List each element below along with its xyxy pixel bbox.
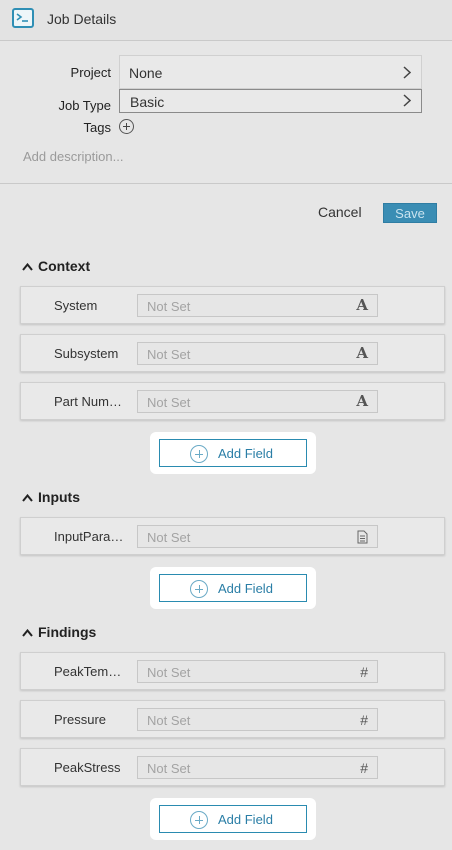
chevron-right-icon [403,94,411,107]
section-header-context[interactable]: Context [22,258,90,274]
section-header-inputs[interactable]: Inputs [22,489,80,505]
add-field-container: Add Field [150,432,316,474]
job-type-label: Job Type [58,98,111,113]
field-placeholder: Not Set [147,299,191,314]
field-value-input[interactable]: Not Set A [137,294,378,317]
plus-circle-icon [190,580,208,598]
add-field-label: Add Field [218,812,273,827]
field-label: InputParameters [54,529,126,544]
tags-label: Tags [83,120,111,135]
project-value: None [129,65,163,81]
field-row: System Not Set A [20,286,445,324]
text-type-icon: A [356,296,368,314]
chevron-up-icon [22,263,33,271]
document-type-icon [357,530,368,544]
field-row: PeakStress Not Set # [20,748,445,786]
field-label: Part Number [54,394,126,409]
add-field-button[interactable]: Add Field [159,574,307,602]
chevron-up-icon [22,629,33,637]
field-placeholder: Not Set [147,530,191,545]
section-title: Inputs [38,489,80,505]
field-row: PeakTemperature Not Set # [20,652,445,690]
field-value-input[interactable]: Not Set # [137,708,378,731]
page-title: Job Details [47,11,117,27]
field-placeholder: Not Set [147,761,191,776]
field-row: Pressure Not Set # [20,700,445,738]
text-type-icon: A [356,344,368,362]
job-type-value: Basic [130,94,165,110]
field-value-input[interactable]: Not Set A [137,342,378,365]
chevron-right-icon [403,66,411,79]
field-value-input[interactable]: Not Set [137,525,378,548]
plus-circle-icon [190,445,208,463]
add-field-label: Add Field [218,446,273,461]
plus-circle-icon [190,811,208,829]
description-input[interactable]: Add description... [23,149,123,164]
field-label: Pressure [54,712,107,727]
project-label: Project [70,65,111,80]
number-type-icon: # [360,760,368,776]
section-title: Context [38,258,91,274]
field-row: Subsystem Not Set A [20,334,445,372]
project-selector[interactable]: None [119,55,422,89]
number-type-icon: # [360,664,368,680]
add-field-button[interactable]: Add Field [159,439,307,467]
field-label: PeakTemperature [54,664,126,679]
field-placeholder: Not Set [147,665,191,680]
cancel-button[interactable]: Cancel [318,204,362,220]
add-field-label: Add Field [218,581,273,596]
field-value-input[interactable]: Not Set # [137,660,378,683]
add-tag-button[interactable] [119,119,134,134]
field-placeholder: Not Set [147,713,191,728]
field-label: System [54,298,98,313]
job-type-selector[interactable]: Basic [119,89,422,113]
field-value-input[interactable]: Not Set A [137,390,378,413]
add-field-button[interactable]: Add Field [159,805,307,833]
text-type-icon: A [356,392,368,410]
section-title: Findings [38,624,97,640]
section-header-findings[interactable]: Findings [22,624,96,640]
header-bar: Job Details [0,0,452,41]
field-value-input[interactable]: Not Set # [137,756,378,779]
field-placeholder: Not Set [147,395,191,410]
field-row: InputParameters Not Set [20,517,445,555]
chevron-up-icon [22,494,33,502]
field-label: Subsystem [54,346,119,361]
add-field-container: Add Field [150,567,316,609]
divider [0,183,452,184]
field-row: Part Number Not Set A [20,382,445,420]
field-label: PeakStress [54,760,121,775]
number-type-icon: # [360,712,368,728]
save-button[interactable]: Save [383,203,437,223]
add-field-container: Add Field [150,798,316,840]
terminal-icon [12,8,34,28]
field-placeholder: Not Set [147,347,191,362]
